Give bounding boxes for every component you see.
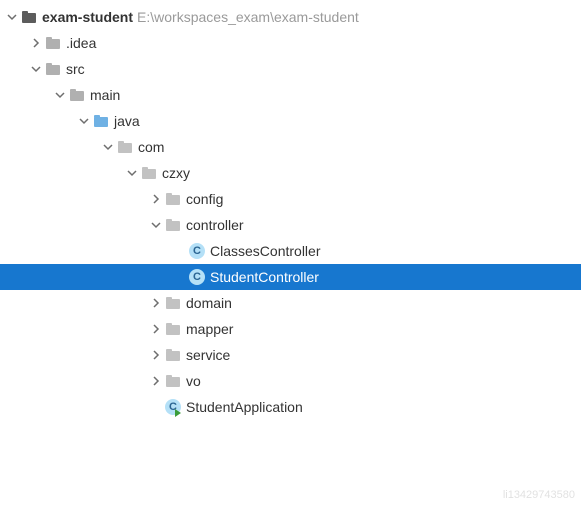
tree-row-controller[interactable]: controller — [0, 212, 581, 238]
class-icon: C — [188, 243, 206, 259]
tree-row-czxy[interactable]: czxy — [0, 160, 581, 186]
tree-row-java[interactable]: java — [0, 108, 581, 134]
folder-label: java — [114, 113, 140, 129]
package-icon — [116, 139, 134, 155]
chevron-down-icon[interactable] — [52, 87, 68, 103]
source-folder-icon — [92, 113, 110, 129]
package-icon — [164, 191, 182, 207]
chevron-down-icon[interactable] — [4, 9, 20, 25]
no-arrow — [148, 399, 164, 415]
class-icon: C — [188, 269, 206, 285]
chevron-down-icon[interactable] — [124, 165, 140, 181]
tree-row-mapper[interactable]: mapper — [0, 316, 581, 342]
root-path: E:\workspaces_exam\exam-student — [137, 9, 359, 25]
chevron-right-icon[interactable] — [148, 347, 164, 363]
chevron-down-icon[interactable] — [76, 113, 92, 129]
tree-row-student-controller[interactable]: C StudentController — [0, 264, 581, 290]
tree-row-root[interactable]: exam-student E:\workspaces_exam\exam-stu… — [0, 4, 581, 30]
watermark-text: li13429743580 — [503, 489, 575, 501]
package-icon — [164, 347, 182, 363]
folder-label: main — [90, 87, 120, 103]
chevron-right-icon[interactable] — [148, 295, 164, 311]
folder-icon — [68, 87, 86, 103]
project-tree[interactable]: exam-student E:\workspaces_exam\exam-stu… — [0, 0, 581, 420]
package-icon — [164, 295, 182, 311]
folder-label: .idea — [66, 35, 96, 51]
folder-icon — [44, 35, 62, 51]
package-icon — [164, 373, 182, 389]
class-label: StudentController — [210, 269, 319, 285]
folder-label: service — [186, 347, 230, 363]
folder-label: mapper — [186, 321, 233, 337]
chevron-down-icon[interactable] — [28, 61, 44, 77]
chevron-down-icon[interactable] — [100, 139, 116, 155]
class-label: StudentApplication — [186, 399, 303, 415]
chevron-down-icon[interactable] — [148, 217, 164, 233]
runnable-class-icon: C — [164, 399, 182, 415]
folder-label: domain — [186, 295, 232, 311]
no-arrow — [172, 243, 188, 259]
tree-row-student-application[interactable]: C StudentApplication — [0, 394, 581, 420]
package-icon — [164, 217, 182, 233]
chevron-right-icon[interactable] — [148, 373, 164, 389]
folder-label: src — [66, 61, 85, 77]
tree-row-vo[interactable]: vo — [0, 368, 581, 394]
tree-row-domain[interactable]: domain — [0, 290, 581, 316]
chevron-right-icon[interactable] — [148, 321, 164, 337]
folder-label: controller — [186, 217, 244, 233]
chevron-right-icon[interactable] — [28, 35, 44, 51]
tree-row-main[interactable]: main — [0, 82, 581, 108]
folder-label: config — [186, 191, 223, 207]
class-label: ClassesController — [210, 243, 320, 259]
package-icon — [140, 165, 158, 181]
tree-row-idea[interactable]: .idea — [0, 30, 581, 56]
tree-row-config[interactable]: config — [0, 186, 581, 212]
folder-label: com — [138, 139, 164, 155]
tree-row-com[interactable]: com — [0, 134, 581, 160]
tree-row-classes-controller[interactable]: C ClassesController — [0, 238, 581, 264]
chevron-right-icon[interactable] — [148, 191, 164, 207]
module-icon — [20, 9, 38, 25]
no-arrow — [172, 269, 188, 285]
root-name: exam-student — [42, 9, 133, 25]
tree-row-src[interactable]: src — [0, 56, 581, 82]
tree-row-service[interactable]: service — [0, 342, 581, 368]
folder-label: vo — [186, 373, 201, 389]
folder-icon — [44, 61, 62, 77]
package-icon — [164, 321, 182, 337]
folder-label: czxy — [162, 165, 190, 181]
